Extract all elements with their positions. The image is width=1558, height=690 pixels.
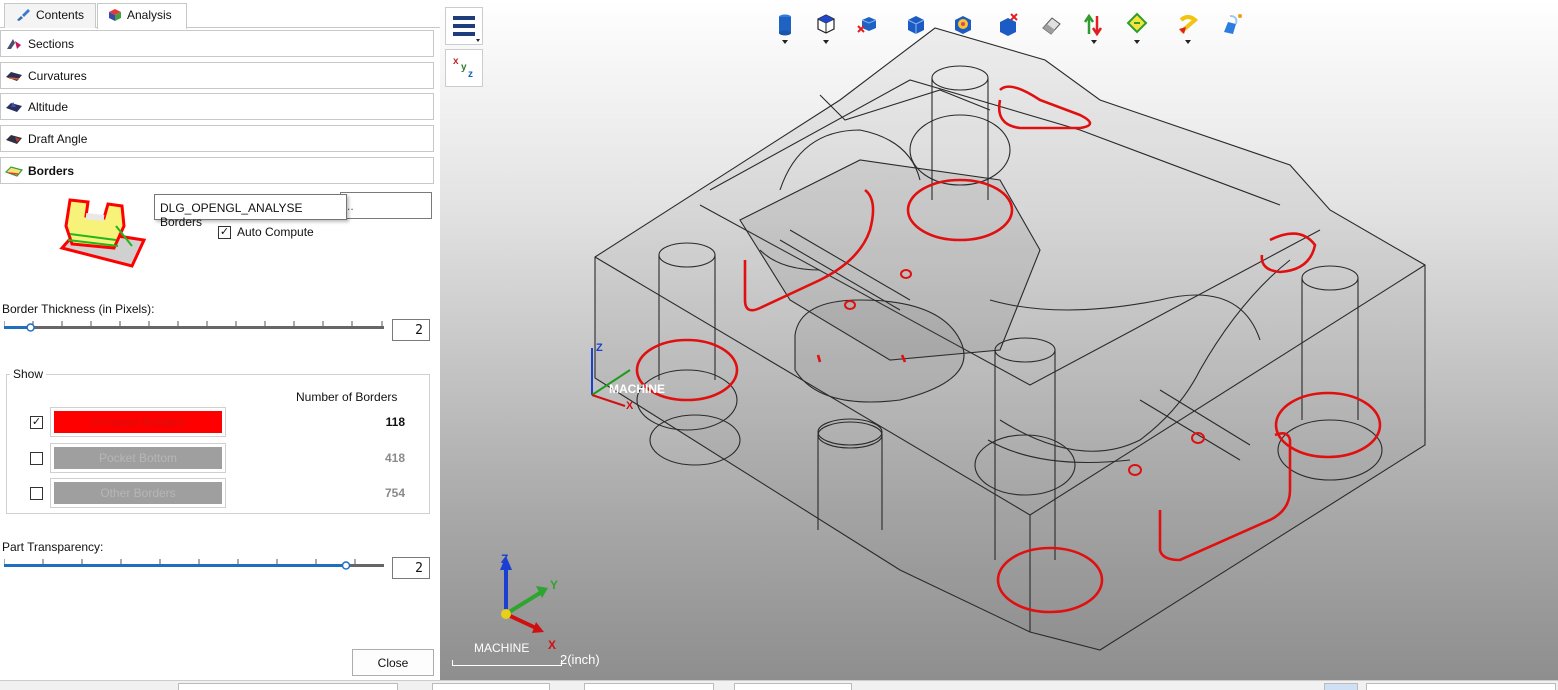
accordion-borders[interactable]: Borders — [0, 157, 434, 184]
tab-bar: Contents Analysis — [0, 0, 440, 29]
status-field[interactable] — [1366, 683, 1556, 690]
axis-x-label: X — [626, 400, 634, 412]
machine-label-top: MACHINE — [609, 382, 665, 396]
brush-icon — [17, 9, 30, 21]
pocket-bottom-color-button[interactable]: Pocket Bottom — [50, 443, 226, 473]
auto-compute-checkbox[interactable]: ✓ Auto Compute — [218, 225, 314, 239]
part-transparency-label: Part Transparency: — [2, 540, 104, 554]
tab-contents[interactable]: Contents — [4, 3, 96, 28]
border-row-other: Other Borders 754 — [22, 478, 412, 508]
accordion-altitude[interactable]: Altitude — [0, 93, 434, 120]
number-of-borders-header: Number of Borders — [296, 390, 398, 404]
border-mode-dropdown[interactable]: .. — [340, 192, 432, 219]
concave-color-button[interactable]: Concave Borders — [50, 407, 226, 437]
status-field[interactable] — [584, 683, 714, 690]
scale-label: 2(inch) — [560, 652, 600, 667]
accordion-label: Draft Angle — [28, 131, 88, 146]
accordion-draft-angle[interactable]: Draft Angle — [0, 125, 434, 152]
pocket-bottom-count: 418 — [384, 451, 405, 465]
close-button[interactable]: Close — [352, 649, 434, 676]
status-field[interactable] — [432, 683, 550, 690]
axis-z-label: Z — [596, 342, 603, 354]
scale-bar — [452, 660, 562, 666]
machine-label-bottom: MACHINE — [474, 641, 530, 655]
concave-swatch: Concave Borders — [54, 411, 222, 433]
status-field[interactable] — [734, 683, 852, 690]
show-group-title: Show — [10, 367, 47, 381]
accordion-label: Altitude — [28, 99, 69, 114]
spin-value: 2 — [415, 561, 423, 576]
3d-viewport[interactable]: x y z Z X MACHINE Z Y X MACHINE 2(inch) — [440, 0, 1558, 680]
cube-color-icon — [109, 9, 121, 21]
swatch-label: Pocket Bottom — [98, 451, 178, 465]
other-borders-color-button[interactable]: Other Borders — [50, 478, 226, 508]
border-row-concave: ✓ Concave Borders 118 — [22, 407, 412, 437]
pocket-bottom-checkbox[interactable] — [30, 451, 43, 465]
swatch-label: Concave Borders — [91, 415, 185, 429]
status-field[interactable] — [178, 683, 398, 690]
accordion-label: Borders — [28, 163, 75, 178]
border-row-pocket-bottom: Pocket Bottom 418 — [22, 443, 412, 473]
accordion-label: Sections — [28, 36, 75, 51]
auto-compute-label: Auto Compute — [237, 225, 314, 239]
triad-x-label: X — [548, 638, 557, 652]
concave-checkbox[interactable]: ✓ — [30, 415, 43, 429]
altitude-icon — [6, 101, 22, 112]
border-thickness-label: Border Thickness (in Pixels): — [2, 302, 155, 316]
status-field[interactable] — [1324, 683, 1358, 690]
analysis-panel: Contents Analysis Sections Curvatures Al… — [0, 0, 440, 680]
accordion-label: Curvatures — [28, 68, 87, 83]
tooltip: DLG_OPENGL_ANALYSE Borders — [154, 194, 347, 229]
spin-value: 2 — [415, 323, 423, 338]
concave-count: 118 — [385, 415, 405, 429]
tab-analysis[interactable]: Analysis — [97, 3, 187, 29]
accordion-curvatures[interactable]: Curvatures — [0, 62, 434, 89]
border-thickness-slider[interactable] — [4, 318, 384, 338]
sections-icon — [7, 38, 21, 49]
checkbox-box[interactable]: ✓ — [218, 225, 231, 239]
borders-icon — [5, 165, 23, 177]
status-bar — [0, 680, 1558, 690]
accordion-sections[interactable]: Sections — [0, 30, 434, 57]
part-transparency-slider[interactable] — [4, 556, 384, 576]
triad-z-label: Z — [501, 552, 509, 566]
pocket-bottom-swatch: Pocket Bottom — [54, 447, 222, 469]
draft-angle-icon — [6, 134, 22, 144]
other-borders-checkbox[interactable] — [30, 486, 43, 500]
slider-ticks — [32, 321, 383, 326]
part-transparency-spinbox[interactable]: 2 — [392, 557, 430, 579]
tab-label: Contents — [36, 8, 85, 22]
curvatures-icon — [6, 71, 22, 81]
other-borders-count: 754 — [384, 486, 405, 500]
borders-preview-image — [59, 198, 147, 268]
other-borders-swatch: Other Borders — [54, 482, 222, 504]
swatch-label: Other Borders — [100, 486, 176, 500]
tab-label: Analysis — [127, 8, 172, 22]
triad-y-label: Y — [550, 578, 559, 592]
border-thickness-spinbox[interactable]: 2 — [392, 319, 430, 341]
axis-triad — [500, 556, 548, 633]
